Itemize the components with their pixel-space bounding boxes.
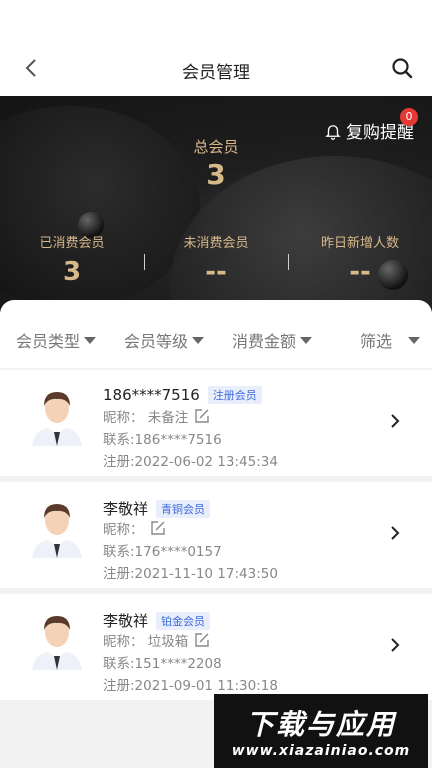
member-name: 李敬祥 [103, 500, 149, 518]
member-summary-panel: 总会员 3 复购提醒 0 已消费会员 3 未消费会员 -- 昨日新增人数 -- [0, 96, 432, 312]
member-level-tag: 注册会员 [207, 386, 262, 404]
dropdown-triangle-icon [300, 336, 313, 344]
member-nickname: 昵称： 垃圾箱 [103, 634, 189, 650]
watermark-title: 下载与应用 [245, 708, 396, 741]
filter-screen[interactable]: 筛选 [360, 328, 421, 352]
watermark-url: www.xiazainiao.com [231, 743, 411, 759]
dropdown-triangle-icon [408, 336, 421, 344]
filter-label: 会员类型 [16, 332, 81, 351]
member-register-date: 注册:2022-06-02 13:45:34 [103, 454, 278, 470]
avatar-icon [32, 616, 82, 670]
chevron-right-icon [391, 638, 400, 652]
filter-label: 消费金额 [232, 332, 297, 351]
filter-member-level[interactable]: 会员等级 [124, 328, 205, 352]
filter-member-type[interactable]: 会员类型 [16, 328, 97, 352]
stat-value: 3 [62, 257, 82, 287]
stat-label: 已消费会员 [39, 236, 105, 251]
total-members-value: 3 [206, 158, 226, 191]
edit-icon[interactable] [150, 520, 166, 536]
member-level-tag: 铂金会员 [156, 611, 211, 630]
member-register-date: 注册:2021-09-01 11:30:18 [103, 678, 278, 694]
member-card[interactable]: 186****7516 注册会员 昵称： 未备注 联系:186****7516 … [0, 370, 432, 476]
stat-label: 昨日新增人数 [320, 236, 399, 251]
member-card[interactable]: 李敬祥 铂金会员 昵称： 垃圾箱 联系:151****2208 注册:2021-… [0, 594, 432, 700]
page-title: 会员管理 [182, 63, 250, 83]
member-contact: 联系:186****7516 [103, 432, 222, 448]
reminder-count-badge: 0 [400, 108, 418, 126]
stat-label: 未消费会员 [183, 236, 249, 251]
member-nickname: 昵称： [103, 522, 144, 538]
dropdown-triangle-icon [84, 336, 97, 344]
member-name: 李敬祥 [103, 612, 149, 630]
member-contact: 联系:151****2208 [103, 656, 222, 672]
dropdown-triangle-icon [192, 336, 205, 344]
member-nickname: 昵称： 未备注 [103, 410, 189, 426]
filter-spend-amount[interactable]: 消费金额 [232, 328, 313, 352]
avatar-icon [32, 504, 82, 558]
stat-value: -- [205, 257, 227, 287]
member-name-row: 李敬祥 青铜会员 [103, 498, 211, 519]
filter-bar: 会员类型 会员等级 消费金额 筛选 [0, 300, 432, 368]
member-name-row: 李敬祥 铂金会员 [103, 610, 211, 631]
member-nickname-row: 昵称： 未备注 [103, 406, 210, 426]
member-register-date: 注册:2021-11-10 17:43:50 [103, 566, 278, 582]
member-name: 186****7516 [103, 386, 200, 404]
edit-icon[interactable] [194, 632, 210, 648]
member-name-row: 186****7516 注册会员 [103, 386, 262, 404]
member-contact: 联系:176****0157 [103, 544, 222, 560]
filter-label: 会员等级 [124, 332, 189, 351]
filter-label: 筛选 [360, 332, 393, 351]
bell-icon [325, 124, 341, 140]
top-bar: 会员管理 [0, 0, 432, 96]
member-card[interactable]: 李敬祥 青铜会员 昵称： 联系:176****0157 注册:2021-11-1… [0, 482, 432, 588]
avatar-icon [32, 392, 82, 446]
chevron-right-icon [391, 526, 400, 540]
member-level-tag: 青铜会员 [156, 499, 211, 518]
stat-new-yesterday: 昨日新增人数 -- [288, 232, 432, 287]
stat-consumed-members: 已消费会员 3 [0, 232, 144, 287]
watermark: 下载与应用 www.xiazainiao.com [214, 694, 428, 768]
stat-unconsumed-members: 未消费会员 -- [144, 232, 288, 287]
search-icon[interactable] [390, 56, 414, 80]
member-nickname-row: 昵称： [103, 518, 166, 538]
edit-icon[interactable] [194, 408, 210, 424]
stat-value: -- [349, 257, 371, 287]
member-nickname-row: 昵称： 垃圾箱 [103, 630, 210, 650]
chevron-right-icon [391, 414, 400, 428]
